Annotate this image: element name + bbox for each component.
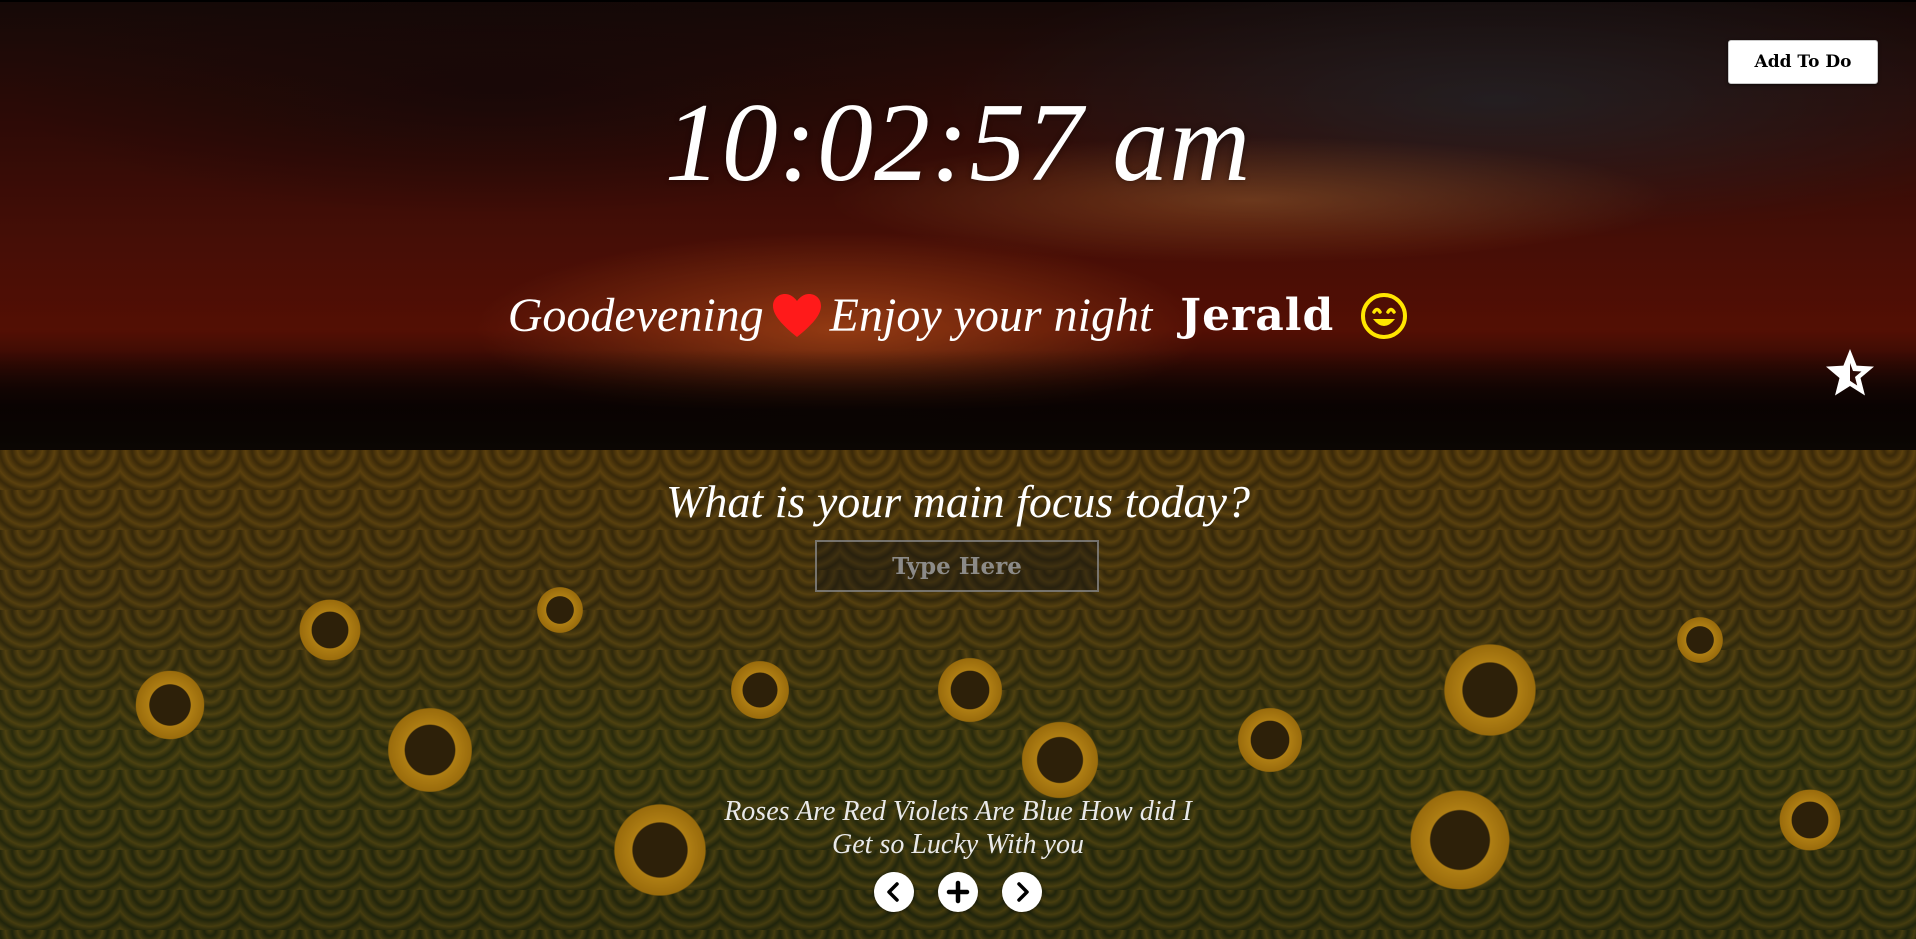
- chevron-left-icon: [887, 882, 899, 902]
- next-quote-button[interactable]: [1002, 872, 1042, 912]
- plus-icon: [946, 880, 970, 904]
- background-scene: Add To Do 10:02:57 am Goodevening Enjoy …: [0, 0, 1916, 939]
- greeting-salutation: Goodevening: [507, 289, 764, 342]
- top-border: [0, 0, 1916, 2]
- previous-quote-button[interactable]: [874, 872, 914, 912]
- greeting-message: Enjoy your night: [829, 289, 1153, 342]
- quote-text: Roses Are Red Violets Are Blue How did I…: [0, 795, 1916, 861]
- focus-question: What is your main focus today?: [666, 476, 1250, 527]
- star-icon[interactable]: [1822, 346, 1878, 402]
- heart-icon: [772, 293, 822, 339]
- quote-line-1: Roses Are Red Violets Are Blue How did I: [724, 796, 1192, 827]
- clock-time: 10:02:57 am: [664, 81, 1252, 205]
- add-quote-button[interactable]: [938, 872, 978, 912]
- greeting-row: Goodevening Enjoy your night Jerald: [0, 286, 1916, 346]
- focus-input[interactable]: [815, 540, 1099, 592]
- user-name: Jerald: [1180, 290, 1335, 341]
- quote-controls: [0, 872, 1916, 912]
- quote-line-2: Get so Lucky With you: [832, 829, 1084, 860]
- smiley-icon: [1360, 292, 1408, 340]
- chevron-right-icon: [1017, 882, 1029, 902]
